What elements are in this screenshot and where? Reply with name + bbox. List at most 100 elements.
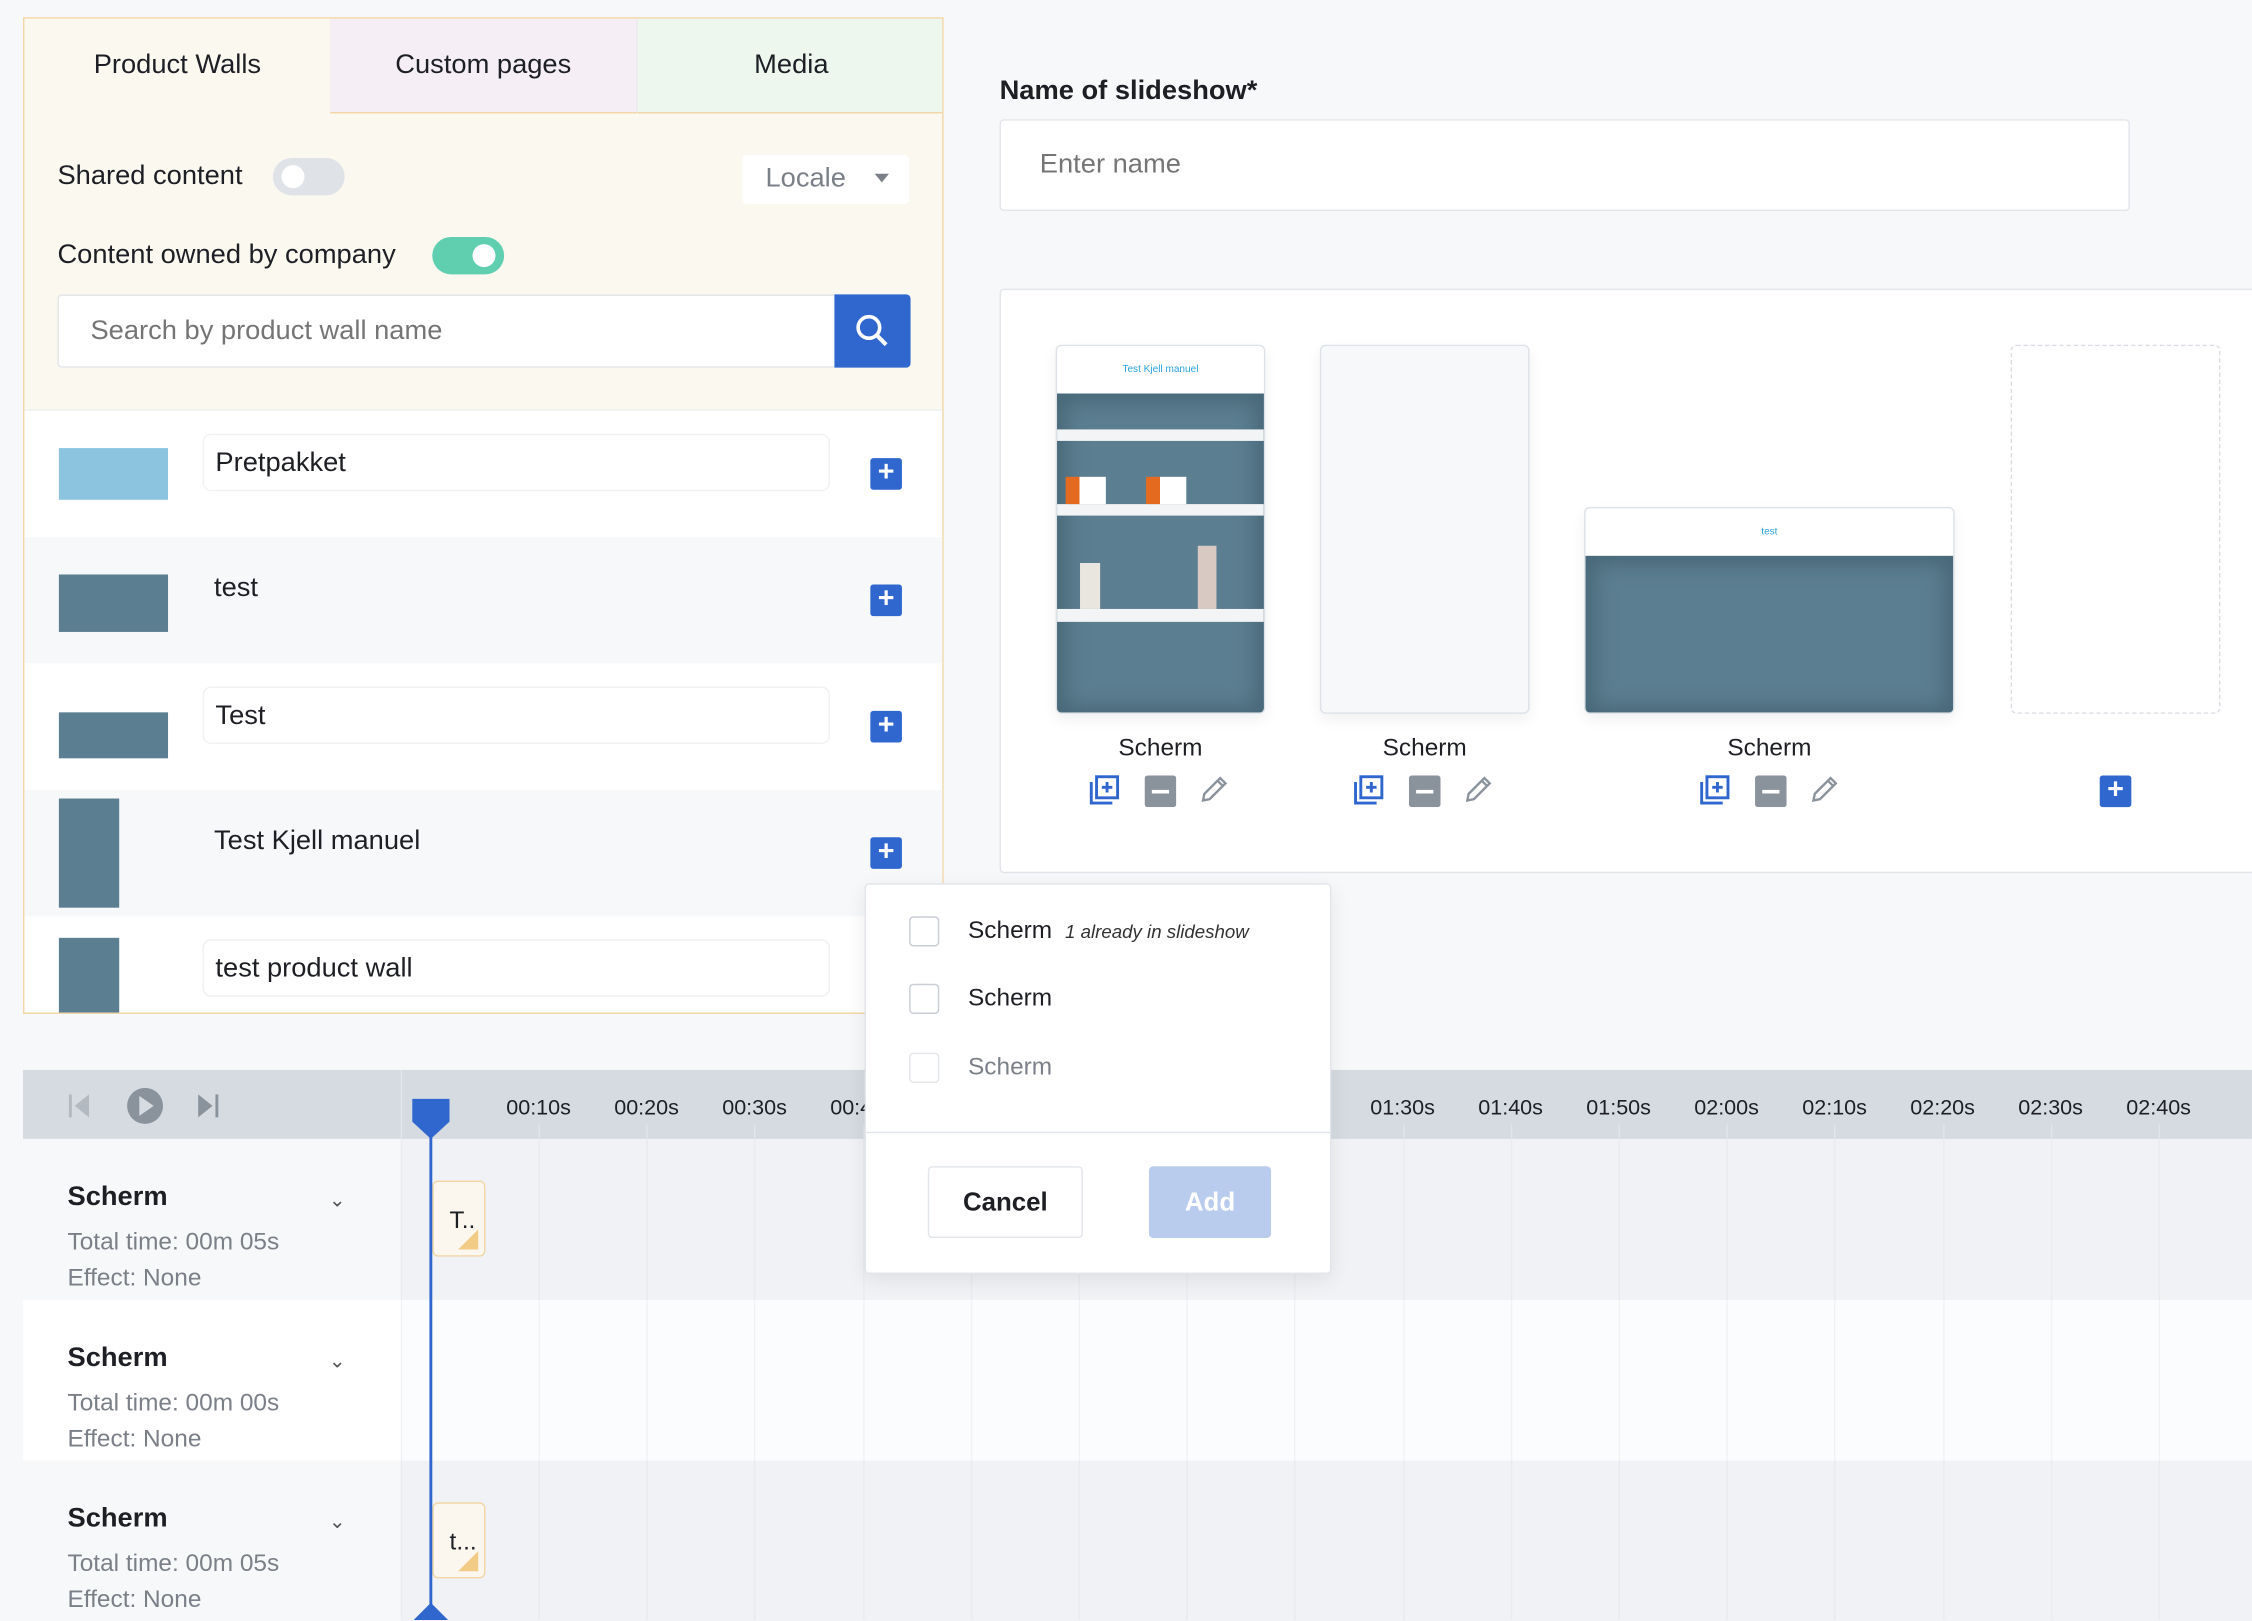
playhead-end-marker[interactable] <box>413 1602 449 1621</box>
wall-name: Test Kjell manuel <box>202 812 831 871</box>
option-note: 1 already in slideshow <box>1065 919 1249 942</box>
add-screen-dialog: Scherm 1 already in slideshow Scherm Sche… <box>864 883 1332 1274</box>
wall-name: Pretpakket <box>202 433 831 492</box>
shelf-preview <box>1057 393 1264 713</box>
tick-label: 00:10s <box>506 1095 571 1121</box>
empty-slide-placeholder <box>2010 344 2221 714</box>
search-input[interactable] <box>57 294 836 368</box>
slide-card[interactable]: test <box>1584 506 1955 714</box>
chevron-down-icon[interactable]: ⌄ <box>329 1188 346 1212</box>
tick-label: 02:00s <box>1694 1095 1759 1121</box>
tick-label: 02:20s <box>1910 1095 1975 1121</box>
wall-thumbnail <box>58 937 120 1013</box>
edit-slide-icon[interactable] <box>1462 774 1494 806</box>
track-total-time: Total time: 00m 00s <box>67 1388 280 1417</box>
play-icon[interactable] <box>127 1087 164 1124</box>
skip-forward-icon[interactable] <box>198 1094 219 1118</box>
tick-label: 00:20s <box>614 1095 679 1121</box>
wall-list-item[interactable]: Test + <box>24 664 942 790</box>
track-effect: Effect: None <box>67 1424 202 1452</box>
timeline-clip[interactable]: t... <box>432 1502 486 1579</box>
checkbox <box>909 1052 940 1083</box>
content-owned-label: Content owned by company <box>57 239 396 271</box>
dialog-option[interactable]: Scherm <box>909 981 1052 1015</box>
content-panel: Product Walls Custom pages Media Shared … <box>22 17 944 1014</box>
search-button[interactable] <box>834 294 911 368</box>
track-name: Scherm <box>67 1503 168 1534</box>
playback-controls <box>68 1087 219 1124</box>
add-wall-button[interactable]: + <box>870 710 902 743</box>
playhead-handle[interactable] <box>412 1098 450 1139</box>
wall-list: Pretpakket + test + Test + Test Kjell manue… <box>24 409 943 1013</box>
tick-label: 02:30s <box>2018 1095 2083 1121</box>
locale-dropdown[interactable]: Locale <box>742 155 910 204</box>
tab-custom-pages[interactable]: Custom pages <box>330 18 638 114</box>
skip-back-icon[interactable] <box>68 1094 90 1118</box>
content-owned-toggle[interactable] <box>432 236 505 275</box>
remove-slide-icon[interactable] <box>1755 775 1787 808</box>
add-button[interactable]: Add <box>1148 1166 1272 1239</box>
edit-slide-icon[interactable] <box>1808 774 1840 806</box>
tab-media[interactable]: Media <box>637 18 943 114</box>
wall-thumbnail <box>58 574 169 632</box>
wall-thumbnail <box>58 712 169 759</box>
slide-label: Scherm <box>1727 733 1812 762</box>
slide-label: Scherm <box>1382 733 1467 762</box>
shelf-preview <box>1585 555 1954 713</box>
wall-list-item[interactable]: test product wall <box>24 916 942 1013</box>
slideshow-name-label: Name of slideshow* <box>999 76 1258 107</box>
remove-slide-icon[interactable] <box>1144 775 1177 808</box>
duplicate-slide-icon[interactable] <box>1353 774 1385 806</box>
slide-preview-title: test <box>1761 527 1778 538</box>
timeline-track: Scherm ⌄ Total time: 00m 00s Effect: Non… <box>22 1299 2252 1461</box>
tick-label: 00:30s <box>722 1095 787 1121</box>
duplicate-slide-icon[interactable] <box>1699 774 1731 806</box>
chevron-down-icon[interactable]: ⌄ <box>329 1349 346 1373</box>
option-label: Scherm <box>967 1052 1053 1081</box>
tick-label: 01:50s <box>1586 1095 1651 1121</box>
cancel-button[interactable]: Cancel <box>927 1166 1083 1239</box>
shared-content-toggle[interactable] <box>272 157 345 196</box>
slide-card[interactable] <box>1319 344 1530 714</box>
tick-label: 02:40s <box>2126 1095 2191 1121</box>
track-effect: Effect: None <box>67 1263 202 1292</box>
wall-name: test product wall <box>202 939 831 997</box>
edit-slide-icon[interactable] <box>1198 774 1230 806</box>
dialog-option[interactable]: Scherm 1 already in slideshow <box>909 913 1249 947</box>
wall-thumbnail <box>58 448 169 500</box>
wall-name: test <box>202 560 831 618</box>
timeline-clip[interactable]: T.. <box>432 1180 486 1257</box>
caret-down-icon <box>874 173 890 183</box>
wall-thumbnail <box>58 798 120 908</box>
wall-list-item[interactable]: Test Kjell manuel + <box>24 789 943 917</box>
slideshow-name-input[interactable] <box>999 119 2130 212</box>
tick-label: 02:10s <box>1802 1095 1867 1121</box>
track-total-time: Total time: 00m 05s <box>67 1549 280 1577</box>
remove-slide-icon[interactable] <box>1408 775 1441 808</box>
add-slide-button[interactable]: + <box>2099 775 2132 808</box>
wall-list-item[interactable]: Pretpakket + <box>24 411 942 537</box>
locale-value: Locale <box>765 163 846 194</box>
slide-card[interactable]: Test Kjell manuel <box>1055 344 1266 714</box>
wall-name: Test <box>202 686 831 744</box>
option-label: Scherm <box>967 916 1053 944</box>
search-icon <box>856 314 888 347</box>
checkbox[interactable] <box>909 983 940 1014</box>
track-name: Scherm <box>67 1342 168 1374</box>
add-wall-button[interactable]: + <box>870 584 902 617</box>
option-label: Scherm <box>967 983 1053 1012</box>
chevron-down-icon[interactable]: ⌄ <box>329 1509 346 1533</box>
slide-label: Scherm <box>1118 733 1203 762</box>
wall-list-item[interactable]: test + <box>24 537 943 664</box>
add-wall-button[interactable]: + <box>870 457 902 490</box>
tick-label: 01:30s <box>1370 1095 1435 1121</box>
checkbox[interactable] <box>909 915 940 946</box>
track-name: Scherm <box>67 1181 168 1213</box>
tick-label: 01:40s <box>1478 1095 1543 1121</box>
timeline-track: Scherm ⌄ Total time: 00m 05s Effect: Non… <box>22 1460 2252 1621</box>
duplicate-slide-icon[interactable] <box>1089 774 1121 806</box>
slide-preview-title: Test Kjell manuel <box>1122 364 1199 375</box>
dialog-option: Scherm <box>909 1050 1052 1084</box>
tab-product-walls[interactable]: Product Walls <box>24 18 332 114</box>
add-wall-button[interactable]: + <box>870 837 902 869</box>
